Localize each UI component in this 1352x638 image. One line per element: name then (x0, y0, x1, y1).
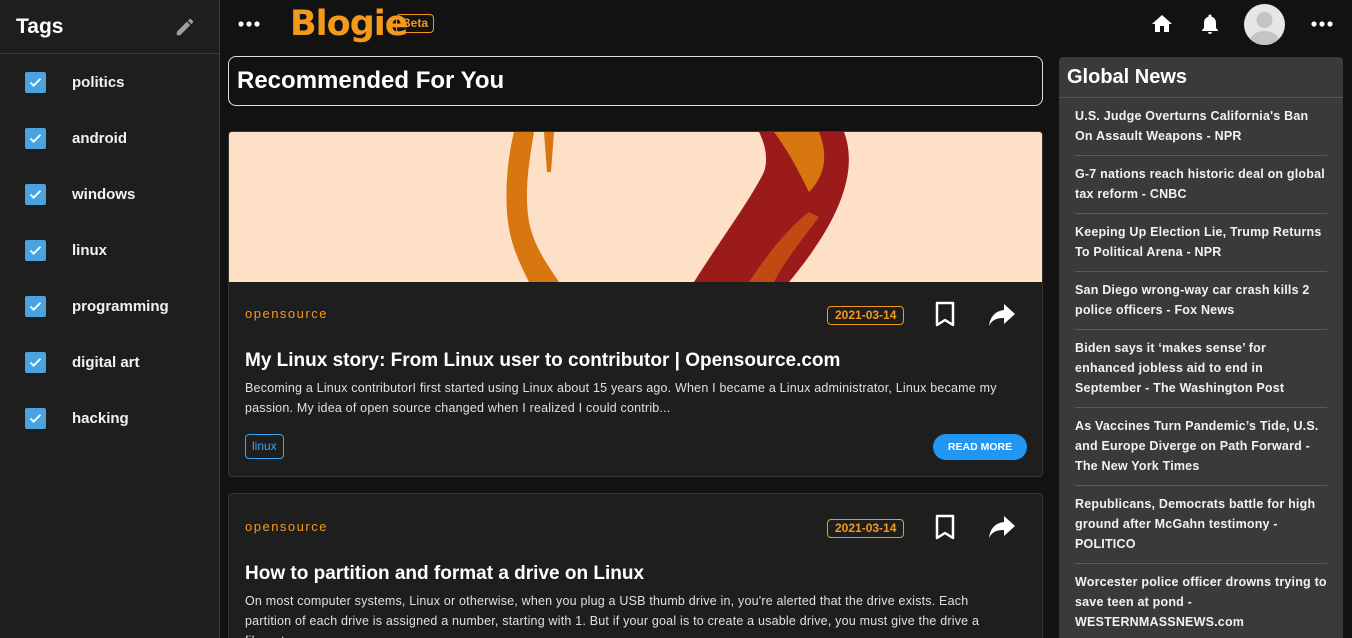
tag-item-android[interactable]: android (0, 110, 219, 166)
news-title: Global News (1067, 65, 1188, 88)
sidebar-header: Tags (0, 0, 219, 54)
tag-list: politics android windows linux programmi… (0, 54, 219, 446)
news-item[interactable]: U.S. Judge Overturns California's Ban On… (1075, 98, 1327, 156)
article-title[interactable]: My Linux story: From Linux user to contr… (245, 350, 840, 372)
article-card: opensource 2021-03-14 How to partition a… (228, 493, 1043, 638)
sidebar-title: Tags (16, 14, 64, 38)
bookmark-icon[interactable] (933, 300, 957, 328)
share-icon[interactable] (987, 302, 1017, 328)
section-title: Recommended For You (237, 67, 505, 94)
checkbox-checked-icon[interactable] (25, 71, 46, 93)
tag-label: digital art (72, 353, 140, 371)
news-item[interactable]: G-7 nations reach historic deal on globa… (1075, 156, 1327, 214)
bookmark-icon[interactable] (933, 513, 957, 541)
article-card: opensource 2021-03-14 My Linux story: Fr… (228, 131, 1043, 477)
more-horizontal-icon[interactable] (236, 12, 262, 36)
tag-item-hacking[interactable]: hacking (0, 390, 219, 446)
news-list: U.S. Judge Overturns California's Ban On… (1059, 98, 1343, 638)
article-description: On most computer systems, Linux or other… (245, 594, 980, 638)
home-icon[interactable] (1150, 12, 1174, 36)
date-badge: 2021-03-14 (827, 306, 905, 325)
top-bar: Blogie Beta (220, 0, 1352, 48)
global-news-panel: Global News U.S. Judge Overturns Califor… (1059, 57, 1343, 638)
article-title[interactable]: How to partition and format a drive on L… (245, 563, 644, 585)
article-source[interactable]: opensource (245, 306, 328, 321)
app-root: Tags politics android windows linux prog… (0, 0, 1352, 638)
more-horizontal-icon[interactable] (1309, 12, 1335, 36)
news-item[interactable]: San Diego wrong-way car crash kills 2 po… (1075, 272, 1327, 330)
tag-item-digital-art[interactable]: digital art (0, 334, 219, 390)
checkbox-checked-icon[interactable] (25, 127, 46, 149)
tag-label: politics (72, 73, 125, 91)
tag-label: windows (72, 185, 136, 203)
bell-icon[interactable] (1198, 12, 1222, 36)
news-header: Global News (1059, 57, 1343, 98)
tags-sidebar: Tags politics android windows linux prog… (0, 0, 220, 638)
tag-label: linux (72, 241, 108, 259)
news-item[interactable]: Biden says it ‘makes sense’ for enhanced… (1075, 330, 1327, 408)
tag-item-linux[interactable]: linux (0, 222, 219, 278)
article-description: Becoming a Linux contributorI first star… (245, 381, 997, 415)
read-more-button[interactable]: READ MORE (933, 434, 1027, 460)
tag-label: android (72, 129, 127, 147)
avatar[interactable] (1244, 4, 1285, 45)
tag-item-politics[interactable]: politics (0, 54, 219, 110)
tag-chip-linux[interactable]: linux (245, 434, 284, 459)
tag-item-windows[interactable]: windows (0, 166, 219, 222)
news-item[interactable]: As Vaccines Turn Pandemic’s Tide, U.S. a… (1075, 408, 1327, 486)
news-item[interactable]: Republicans, Democrats battle for high g… (1075, 486, 1327, 564)
pencil-icon[interactable] (173, 15, 197, 39)
beta-badge: Beta (396, 14, 435, 33)
tag-label: programming (72, 297, 169, 315)
news-item[interactable]: Keeping Up Election Lie, Trump Returns T… (1075, 214, 1327, 272)
main-feed: Recommended For You opensource 2021-03-1… (228, 56, 1043, 638)
tag-item-programming[interactable]: programming (0, 278, 219, 334)
news-item[interactable]: Worcester police officer drowns trying t… (1075, 564, 1327, 638)
checkbox-checked-icon[interactable] (25, 351, 46, 373)
share-icon[interactable] (987, 514, 1017, 540)
date-badge: 2021-03-14 (827, 519, 905, 538)
checkbox-checked-icon[interactable] (25, 407, 46, 429)
app-logo[interactable]: Blogie (290, 4, 409, 44)
article-source[interactable]: opensource (245, 519, 328, 534)
checkbox-checked-icon[interactable] (25, 239, 46, 261)
checkbox-checked-icon[interactable] (25, 295, 46, 317)
tag-label: hacking (72, 409, 129, 427)
article-image (229, 132, 1042, 282)
checkbox-checked-icon[interactable] (25, 183, 46, 205)
section-header: Recommended For You (228, 56, 1043, 106)
